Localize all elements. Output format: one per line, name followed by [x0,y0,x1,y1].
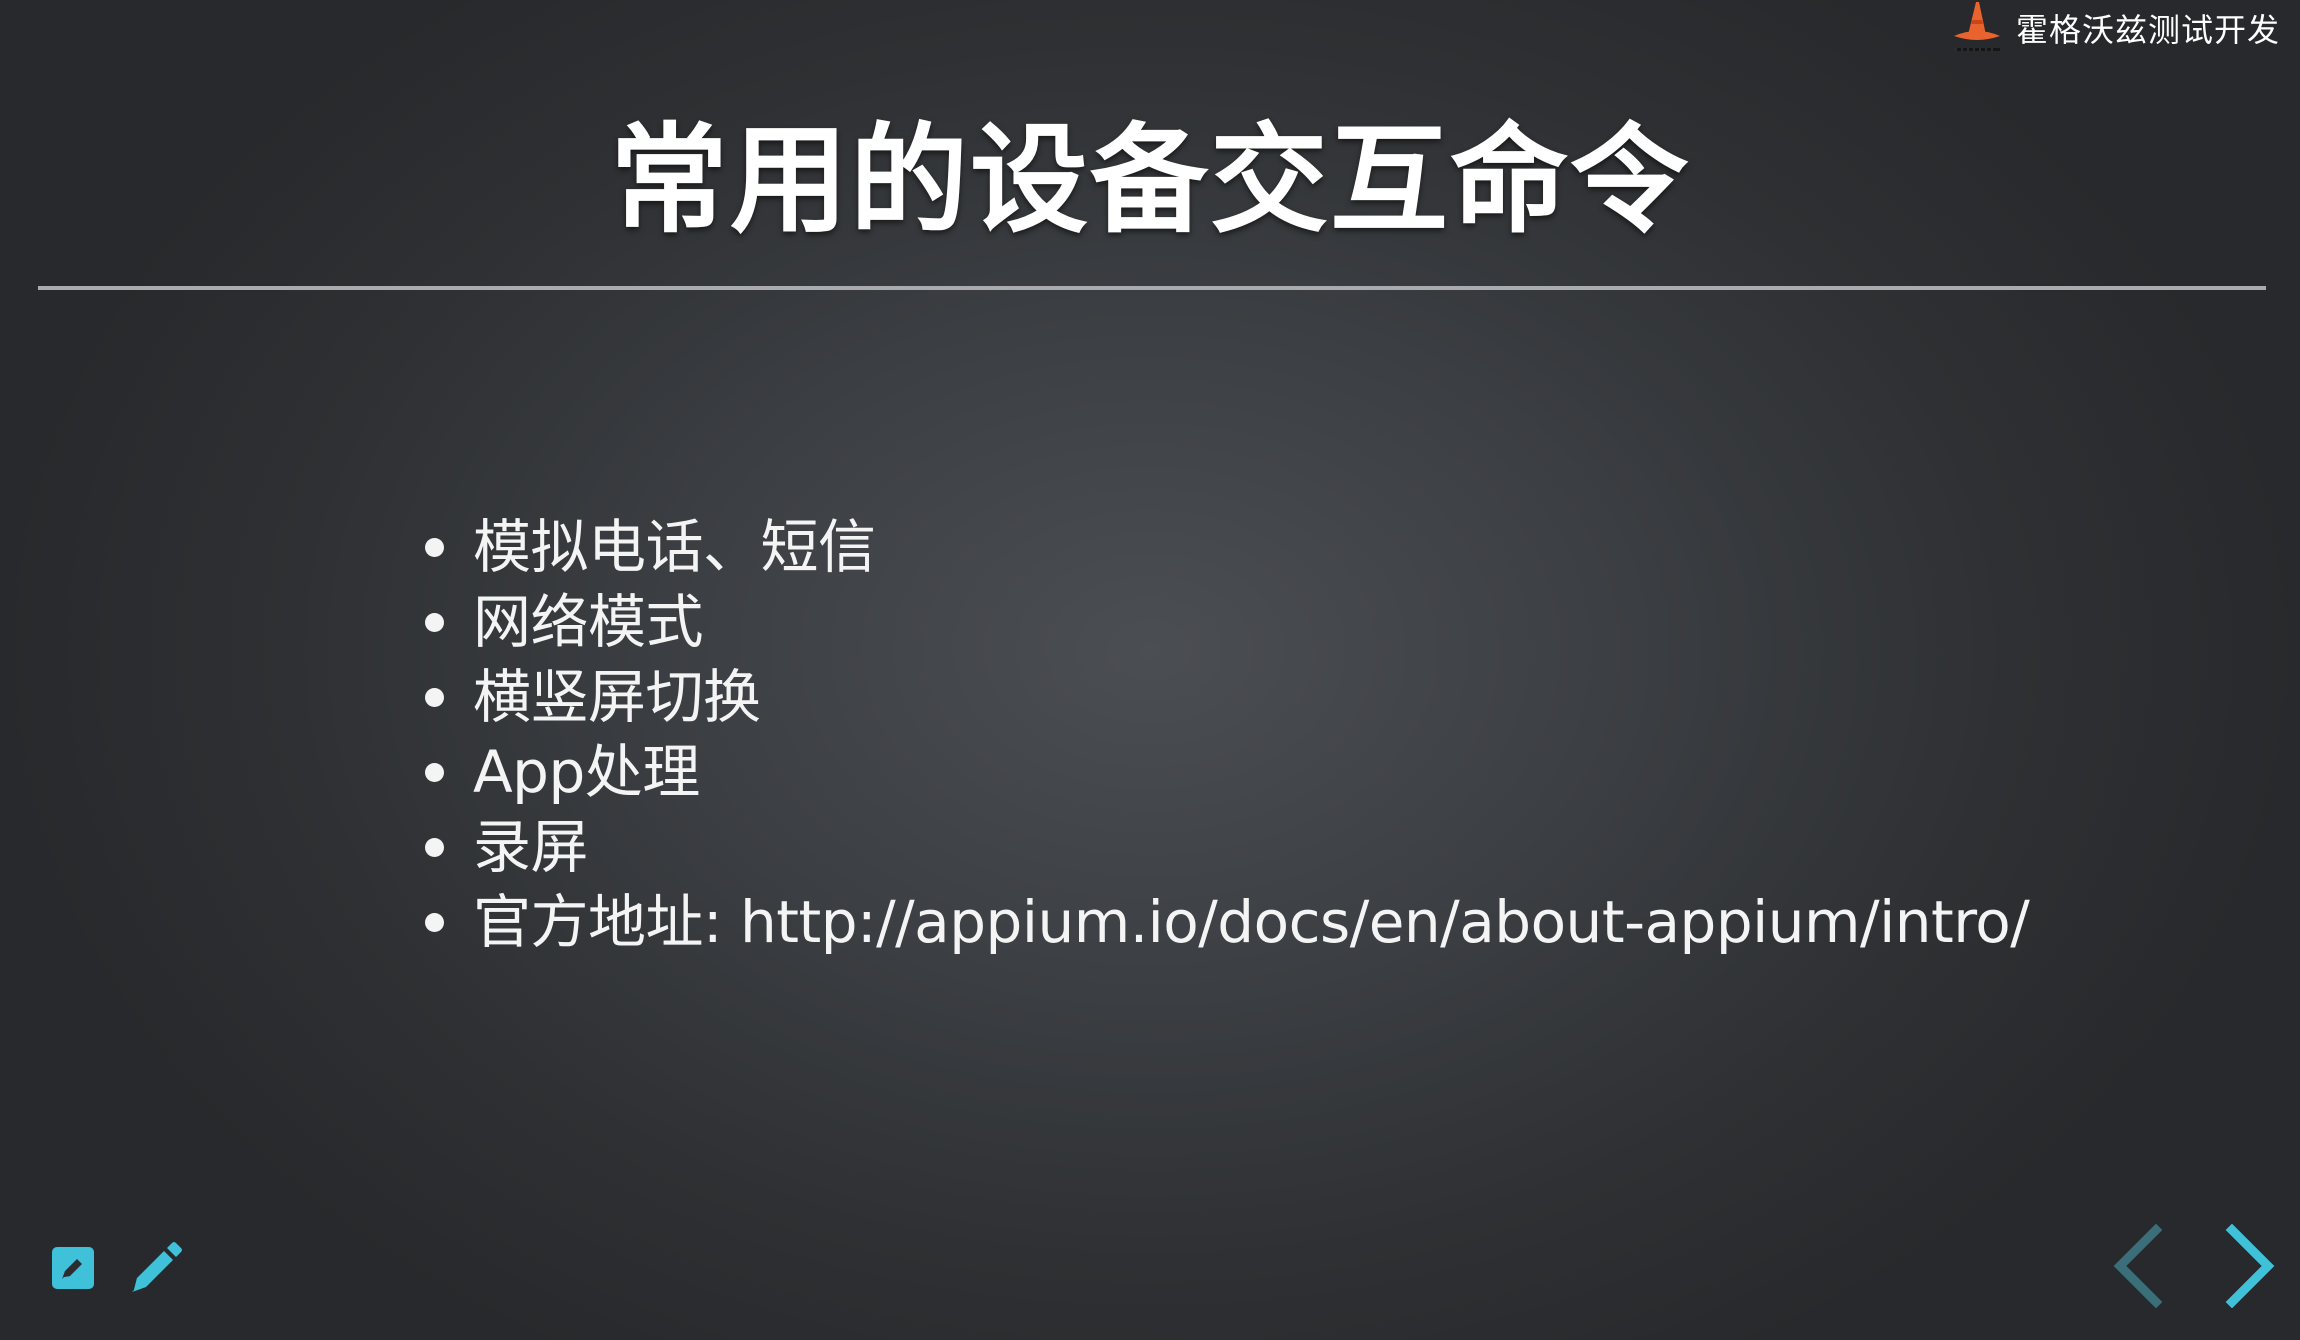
slide-title: 常用的设备交互命令 [609,111,1690,249]
bullet-item: 网络模式 [425,585,2029,660]
title-divider [38,286,2266,290]
bullet-text: 官方地址: http://appium.io/docs/en/about-app… [473,888,2030,956]
bullet-dot [425,538,444,557]
bullet-item: App处理 [425,735,2029,810]
bullet-dot [425,763,444,782]
presentation-slide: 霍格沃兹测试开发 常用的设备交互命令 模拟电话、短信 网络模式 横竖屏切换 Ap… [0,0,2300,1340]
bullet-item: 录屏 [425,810,2029,885]
edit-note-button[interactable] [50,1245,96,1291]
brand-name: 霍格沃兹测试开发 [2015,11,2280,49]
bullet-list: 模拟电话、短信 网络模式 横竖屏切换 App处理 录屏 官方地址: http:/… [425,510,2030,960]
chevron-left-icon [2113,1224,2163,1308]
bullet-text: 横竖屏切换 [473,663,761,731]
brand-header: 霍格沃兹测试开发 [1948,0,2280,56]
bullet-dot [425,688,444,707]
bullet-text: 网络模式 [473,588,704,656]
bullet-dot [425,838,444,857]
next-slide-button[interactable] [2220,1224,2280,1308]
pencil-icon [132,1242,182,1292]
edit-note-icon [52,1247,94,1289]
previous-slide-button[interactable] [2108,1224,2168,1308]
bullet-dot [425,613,444,632]
bullet-dot [425,913,444,932]
wizard-hat-icon [1948,0,2006,56]
bullet-text: App处理 [473,738,700,806]
pencil-button[interactable] [128,1240,184,1296]
bullet-text: 录屏 [473,813,589,881]
bullet-item: 模拟电话、短信 [425,510,2029,585]
bullet-item: 官方地址: http://appium.io/docs/en/about-app… [425,885,2030,960]
bullet-item: 横竖屏切换 [425,660,2029,735]
chevron-right-icon [2225,1224,2275,1308]
bullet-text: 模拟电话、短信 [473,513,876,581]
